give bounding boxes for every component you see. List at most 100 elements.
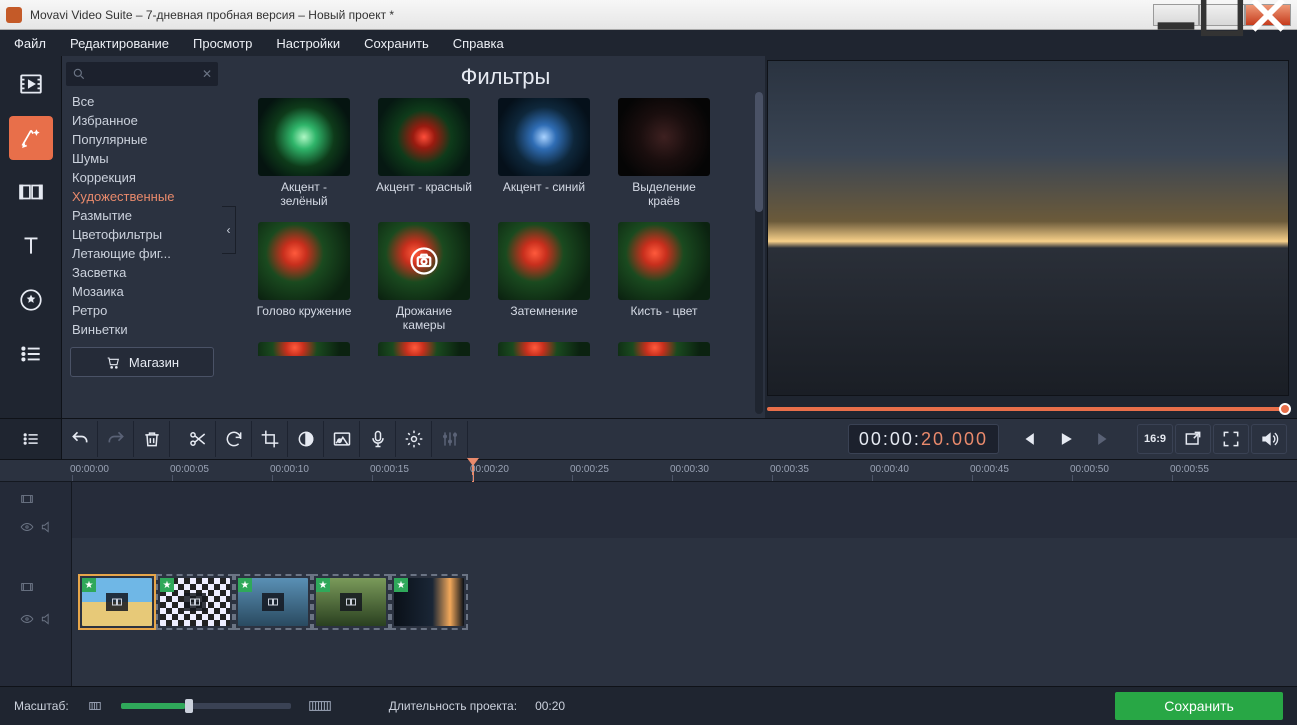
filter-thumb[interactable]	[498, 222, 590, 300]
fullscreen-button[interactable]	[1213, 424, 1249, 454]
title-track-controls[interactable]	[0, 492, 71, 506]
media-tab-button[interactable]	[9, 62, 53, 106]
filter-item[interactable]: Затемнение	[496, 222, 592, 332]
filter-thumb-peek[interactable]	[618, 342, 710, 356]
filter-item[interactable]: Выделение краёв	[616, 98, 712, 208]
filter-category-item[interactable]: Мозаика	[62, 282, 222, 301]
zoom-in-icon[interactable]	[309, 699, 331, 713]
filter-category-item[interactable]: Размытие	[62, 206, 222, 225]
timeline-ruler[interactable]: 00:00:0000:00:0500:00:1000:00:1500:00:20…	[0, 460, 1297, 482]
menu-help[interactable]: Справка	[453, 36, 504, 51]
filter-category-item[interactable]: Все	[62, 92, 222, 111]
filter-thumb[interactable]	[618, 98, 710, 176]
filter-thumb[interactable]	[498, 98, 590, 176]
stickers-tab-button[interactable]	[9, 278, 53, 322]
filter-category-item[interactable]: Художественные	[62, 187, 222, 206]
play-button[interactable]	[1049, 424, 1083, 454]
search-clear-icon[interactable]: ✕	[202, 67, 212, 81]
seek-bar[interactable]	[767, 402, 1289, 416]
timeline-tracks: ★ ★ ★ ★ ★	[0, 482, 1297, 686]
preview-column	[765, 56, 1297, 418]
menu-save[interactable]: Сохранить	[364, 36, 429, 51]
filter-item[interactable]: Акцент - синий	[496, 98, 592, 208]
more-tab-button[interactable]	[9, 332, 53, 376]
filter-thumb[interactable]	[258, 222, 350, 300]
filter-category-item[interactable]: Ретро	[62, 301, 222, 320]
filters-scrollbar[interactable]	[755, 92, 763, 414]
filter-thumb-peek[interactable]	[498, 342, 590, 356]
filter-thumb[interactable]	[258, 98, 350, 176]
transition-icon[interactable]	[262, 593, 284, 611]
filter-item[interactable]: Дрожание камеры	[376, 222, 472, 332]
filter-item[interactable]: Акцент - зелёный	[256, 98, 352, 208]
video-track[interactable]: ★ ★ ★ ★ ★	[72, 562, 1297, 642]
undo-button[interactable]	[62, 421, 98, 457]
filter-category-item[interactable]: Виньетки	[62, 320, 222, 339]
filter-thumb[interactable]	[378, 222, 470, 300]
filter-category-item[interactable]: Шумы	[62, 149, 222, 168]
maximize-button[interactable]	[1199, 4, 1245, 26]
split-button[interactable]	[180, 421, 216, 457]
filters-tab-button[interactable]	[9, 116, 53, 160]
equalizer-button[interactable]	[432, 421, 468, 457]
titles-tab-button[interactable]	[9, 224, 53, 268]
shop-button[interactable]: Магазин	[70, 347, 214, 377]
timeline-clip[interactable]: ★	[390, 574, 468, 630]
title-track-vis[interactable]	[0, 520, 71, 534]
clip-settings-button[interactable]	[396, 421, 432, 457]
filter-thumb-peek[interactable]	[378, 342, 470, 356]
filter-thumb[interactable]	[378, 98, 470, 176]
delete-button[interactable]	[134, 421, 170, 457]
timecode-display[interactable]: 00:00:20.000	[848, 424, 999, 454]
timeline-clip[interactable]: ★	[78, 574, 156, 630]
filter-category-item[interactable]: Цветофильтры	[62, 225, 222, 244]
menu-view[interactable]: Просмотр	[193, 36, 252, 51]
filter-item[interactable]: Кисть - цвет	[616, 222, 712, 332]
menu-file[interactable]: Файл	[14, 36, 46, 51]
timeline-view-toggle[interactable]	[0, 419, 62, 459]
duration-label: Длительность проекта:	[389, 699, 517, 713]
transition-icon[interactable]	[184, 593, 206, 611]
filter-category-item[interactable]: Коррекция	[62, 168, 222, 187]
video-track-controls[interactable]	[0, 580, 71, 594]
filter-category-item[interactable]: Избранное	[62, 111, 222, 130]
transition-icon[interactable]	[340, 593, 362, 611]
export-button[interactable]: Сохранить	[1115, 692, 1283, 720]
redo-button[interactable]	[98, 421, 134, 457]
filter-category-item[interactable]: Засветка	[62, 263, 222, 282]
color-adjust-button[interactable]	[288, 421, 324, 457]
preview-player[interactable]	[767, 60, 1289, 396]
timeline-clip[interactable]: ★	[312, 574, 390, 630]
filter-thumb[interactable]	[618, 222, 710, 300]
prev-frame-button[interactable]	[1011, 424, 1045, 454]
zoom-slider[interactable]	[121, 703, 291, 709]
volume-button[interactable]	[1251, 424, 1287, 454]
transition-icon[interactable]	[106, 593, 128, 611]
menu-settings[interactable]: Настройки	[276, 36, 340, 51]
filter-search[interactable]: ✕	[66, 62, 218, 86]
record-audio-button[interactable]	[360, 421, 396, 457]
minimize-button[interactable]	[1153, 4, 1199, 26]
clip-properties-button[interactable]	[324, 421, 360, 457]
filter-thumb-peek[interactable]	[258, 342, 350, 356]
zoom-label: Масштаб:	[14, 699, 69, 713]
eye-icon	[20, 520, 34, 534]
zoom-out-icon[interactable]	[87, 699, 103, 713]
filter-category-item[interactable]: Летающие фиг...	[62, 244, 222, 263]
rotate-button[interactable]	[216, 421, 252, 457]
detach-preview-button[interactable]	[1175, 424, 1211, 454]
transitions-tab-button[interactable]	[9, 170, 53, 214]
eye-icon	[20, 612, 34, 626]
video-track-vis[interactable]	[0, 612, 71, 626]
close-button[interactable]	[1245, 4, 1291, 26]
crop-button[interactable]	[252, 421, 288, 457]
filter-category-item[interactable]: Популярные	[62, 130, 222, 149]
timeline-clip[interactable]: ★	[156, 574, 234, 630]
aspect-ratio-button[interactable]: 16:9	[1137, 424, 1173, 454]
filter-item[interactable]: Голово кружение	[256, 222, 352, 332]
filter-item[interactable]: Акцент - красный	[376, 98, 472, 208]
next-frame-button[interactable]	[1087, 424, 1121, 454]
title-track[interactable]	[72, 482, 1297, 538]
menu-edit[interactable]: Редактирование	[70, 36, 169, 51]
timeline-clip[interactable]: ★	[234, 574, 312, 630]
